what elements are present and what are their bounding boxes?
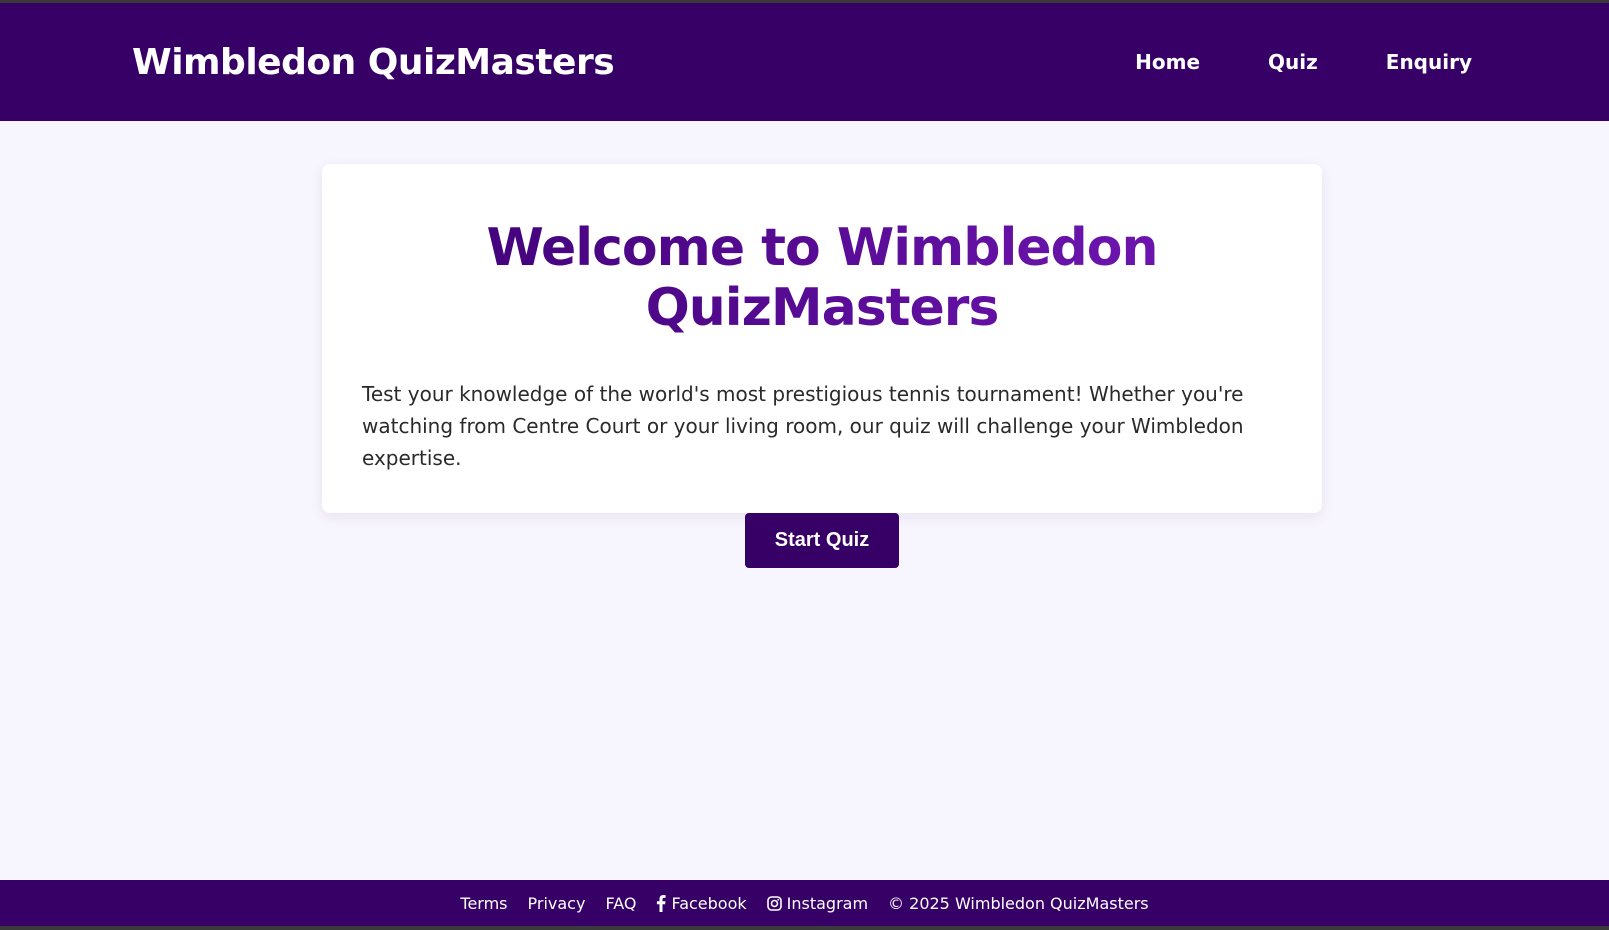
site-header: Wimbledon QuizMasters Home Quiz Enquiry <box>0 3 1609 121</box>
instagram-icon <box>766 895 782 911</box>
site-logo-text[interactable]: Wimbledon QuizMasters <box>132 42 615 83</box>
footer-faq-link[interactable]: FAQ <box>605 894 636 913</box>
footer-terms-link[interactable]: Terms <box>460 894 507 913</box>
footer-facebook-link[interactable]: Facebook <box>656 893 747 913</box>
facebook-label: Facebook <box>671 893 747 913</box>
facebook-icon <box>656 894 667 912</box>
nav-quiz-link[interactable]: Quiz <box>1268 50 1318 74</box>
footer-copyright: © 2025 Wimbledon QuizMasters <box>888 893 1149 913</box>
main-nav: Home Quiz Enquiry <box>1135 50 1472 74</box>
instagram-label: Instagram <box>786 893 869 913</box>
browser-viewport: Wimbledon QuizMasters Home Quiz Enquiry … <box>0 0 1609 930</box>
nav-home-link[interactable]: Home <box>1135 50 1200 74</box>
welcome-intro: Test your knowledge of the world's most … <box>362 382 1244 470</box>
window-bottom-edge <box>0 926 1609 930</box>
start-quiz-button[interactable]: Start Quiz <box>745 513 899 568</box>
footer-privacy-link[interactable]: Privacy <box>528 894 586 913</box>
nav-enquiry-link[interactable]: Enquiry <box>1386 50 1472 74</box>
welcome-card: Welcome to Wimbledon QuizMasters Test yo… <box>322 164 1322 568</box>
welcome-title: Welcome to Wimbledon QuizMasters <box>362 218 1282 338</box>
site-footer: Terms Privacy FAQ Facebook Instagram © 2… <box>0 880 1609 926</box>
footer-instagram-link[interactable]: Instagram <box>766 893 869 913</box>
